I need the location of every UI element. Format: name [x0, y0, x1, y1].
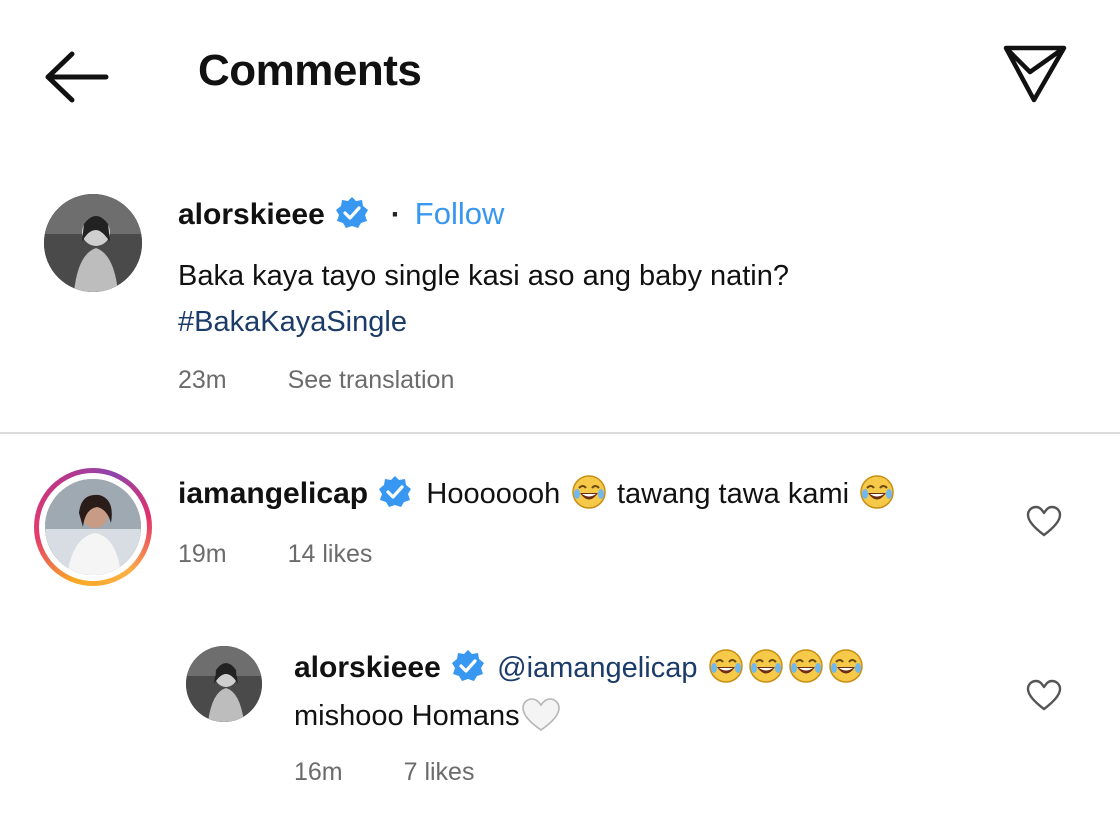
post-author-row: alorskieee · Follow — [178, 194, 504, 235]
post-hashtag[interactable]: #BakaKayaSingle — [178, 302, 407, 342]
paper-plane-icon — [1003, 45, 1067, 103]
face-with-tears-of-joy-emoji — [708, 648, 744, 684]
post-caption: Baka kaya tayo single kasi aso ang baby … — [178, 260, 790, 292]
verified-badge-icon — [335, 196, 369, 230]
reply-author-username[interactable]: alorskieee — [294, 651, 441, 684]
comment-text-part1: Hooooooh — [426, 478, 561, 510]
divider — [0, 432, 1120, 434]
back-button[interactable] — [44, 50, 110, 104]
verified-badge-icon — [378, 475, 412, 509]
comment-meta: 19m 14 likes — [178, 540, 372, 569]
verified-badge-icon — [451, 649, 485, 683]
follow-button[interactable]: Follow — [415, 196, 505, 231]
reply-time: 16m — [294, 758, 343, 786]
post-meta: 23m See translation — [178, 366, 454, 395]
reply-row: alorskieee @iamangelicap — [294, 648, 866, 688]
comment-row: iamangelicap Hooooooh tawang tawa kami — [178, 474, 897, 514]
comment-time: 19m — [178, 540, 227, 568]
face-with-tears-of-joy-emoji — [828, 648, 864, 684]
heart-outline-icon — [1026, 679, 1062, 711]
reply-text-line2: mishooo Homans — [294, 696, 562, 736]
commenter-avatar[interactable] — [45, 479, 141, 575]
reply-meta: 16m 7 likes — [294, 758, 474, 787]
reply-mention-link[interactable]: @iamangelicap — [497, 652, 697, 684]
face-with-tears-of-joy-emoji — [571, 474, 607, 510]
post-time: 23m — [178, 366, 227, 394]
face-with-tears-of-joy-emoji — [788, 648, 824, 684]
reply-author-avatar[interactable] — [186, 646, 262, 722]
comments-header: Comments — [0, 0, 1120, 140]
white-heart-emoji — [520, 697, 562, 733]
page-title: Comments — [198, 46, 422, 95]
see-translation-link[interactable]: See translation — [288, 366, 455, 395]
face-with-tears-of-joy-emoji — [859, 474, 895, 510]
commenter-username[interactable]: iamangelicap — [178, 477, 368, 510]
face-with-tears-of-joy-emoji — [748, 648, 784, 684]
like-comment-button[interactable] — [1026, 505, 1062, 537]
reply-emoji-group — [706, 648, 866, 684]
comment-likes[interactable]: 14 likes — [288, 540, 373, 569]
reply-text: mishooo Homans — [294, 700, 520, 732]
share-button[interactable] — [1002, 42, 1068, 104]
reply-likes[interactable]: 7 likes — [404, 758, 475, 787]
heart-outline-icon — [1026, 505, 1062, 537]
comment-text-part2: tawang tawa kami — [616, 478, 850, 510]
separator-dot: · — [390, 198, 401, 231]
like-reply-button[interactable] — [1026, 679, 1062, 711]
post-author-username[interactable]: alorskieee — [178, 198, 325, 231]
arrow-left-icon — [45, 51, 109, 103]
post-author-avatar[interactable] — [44, 194, 142, 292]
